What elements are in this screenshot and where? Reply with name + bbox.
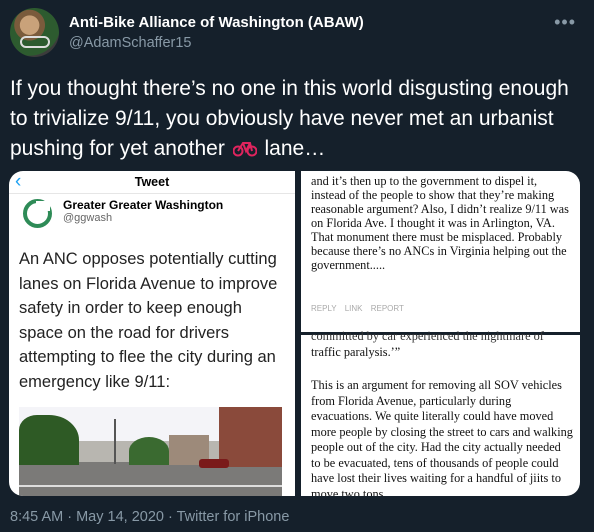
author-name[interactable]: Anti-Bike Alliance of Washington (ABAW) — [69, 14, 364, 31]
bicycle-emoji-icon — [232, 142, 257, 157]
media-image-2[interactable]: and it’s then up to the government to di… — [301, 171, 580, 332]
more-icon[interactable]: ••• — [554, 12, 576, 33]
media-image-3[interactable]: committed by car experienced the nightma… — [301, 329, 580, 496]
tweet-metadata[interactable]: 8:45 AM · May 14, 2020 · Twitter for iPh… — [10, 509, 289, 525]
article-paragraph-2: This is an argument for removing all SOV… — [311, 378, 573, 496]
embedded-header: ‹ Tweet — [9, 171, 295, 194]
media-grid[interactable]: ‹ Tweet Greater Greater Washington @ggwa… — [9, 171, 580, 496]
author-handle[interactable]: @AdamSchaffer15 — [69, 35, 191, 51]
article-paragraph-1: traffic paralysis.’” — [311, 345, 401, 359]
street-photo — [19, 407, 282, 496]
tweet-text: If you thought there’s no one in this wo… — [10, 74, 585, 164]
avatar[interactable] — [10, 8, 59, 57]
ggwash-logo-icon — [23, 199, 52, 228]
comment-actions: REPLY LINK REPORT — [311, 304, 404, 313]
embedded-account-handle: @ggwash — [63, 212, 113, 224]
embedded-header-title: Tweet — [134, 175, 170, 189]
embedded-account-name: Greater Greater Washington — [63, 198, 224, 212]
tweet-text-part2: lane… — [264, 137, 326, 160]
media-image-1[interactable]: ‹ Tweet Greater Greater Washington @ggwa… — [9, 171, 295, 496]
comment-text: and it’s then up to the government to di… — [311, 174, 569, 272]
embedded-tweet-body: An ANC opposes potentially cutting lanes… — [19, 250, 278, 391]
article-cut-line: committed by car experienced the nightma… — [311, 329, 544, 343]
